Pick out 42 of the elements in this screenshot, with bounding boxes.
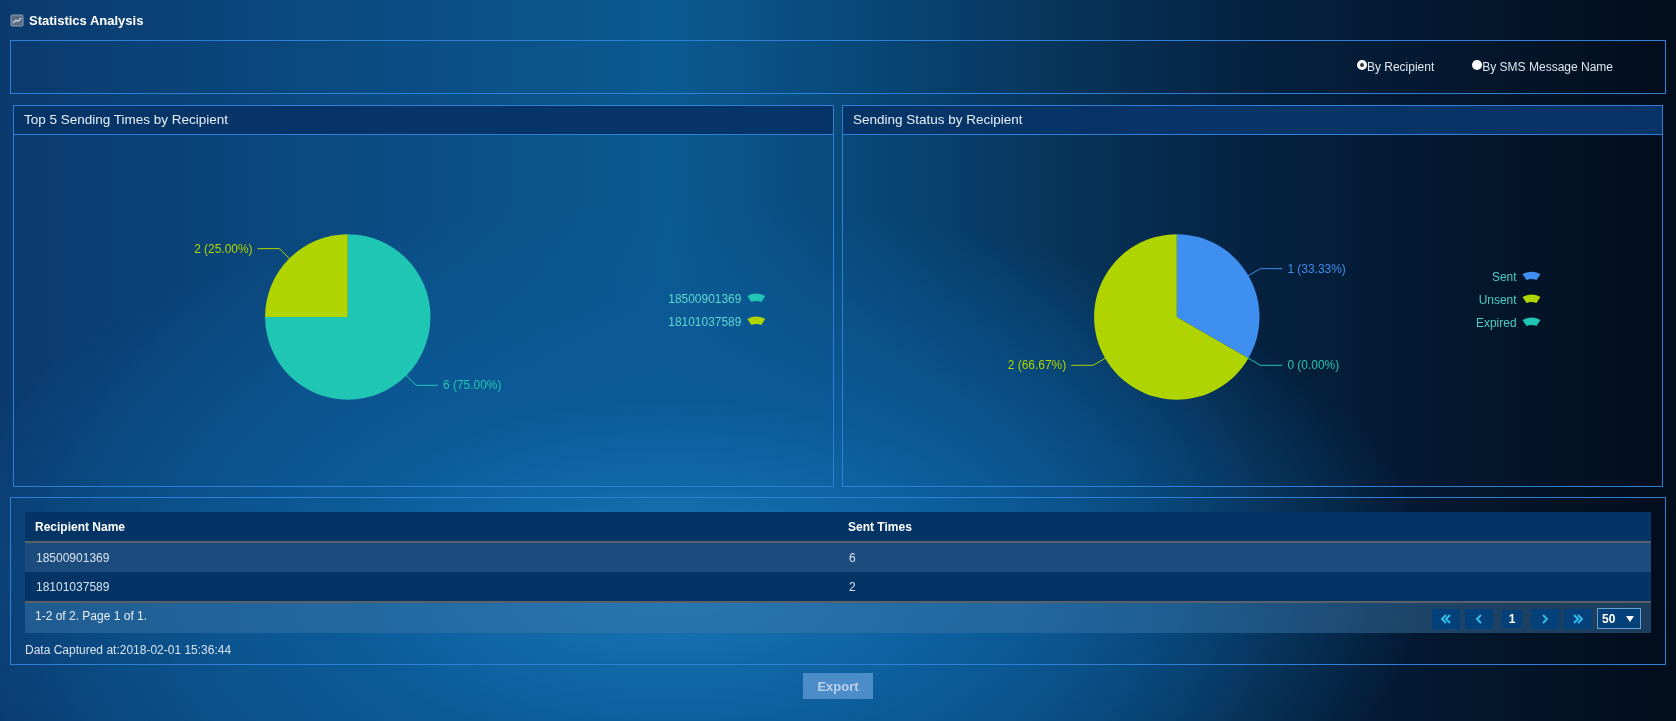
double-chevron-left-icon xyxy=(1440,613,1452,624)
chart-title: Top 5 Sending Times by Recipient xyxy=(14,106,833,135)
radio-option[interactable]: By Recipient xyxy=(1356,60,1435,74)
chevron-right-icon xyxy=(1539,613,1551,624)
leader-line xyxy=(257,248,292,261)
slice-label: 1 (33.33%) xyxy=(1287,261,1346,276)
capture-timestamp: Data Captured at:2018-02-01 15:36:44 xyxy=(25,643,233,657)
double-chevron-right-icon xyxy=(1572,613,1584,624)
legend-label: 18500901369 xyxy=(668,292,742,307)
legend-label: Unsent xyxy=(1478,293,1517,307)
table-cell: 18101037589 xyxy=(25,572,838,601)
legend-label: Expired xyxy=(1476,315,1517,330)
first-page-button[interactable] xyxy=(1432,608,1460,629)
leader-line xyxy=(1070,356,1108,366)
chart-title: Sending Status by Recipient xyxy=(843,106,1662,135)
chart-icon xyxy=(10,13,24,27)
radio-icon[interactable] xyxy=(1472,60,1483,70)
next-page-button[interactable] xyxy=(1531,608,1559,629)
legend-label: 18101037589 xyxy=(668,314,742,329)
page-title: Statistics Analysis xyxy=(29,12,144,28)
current-page-number: 1 xyxy=(1502,609,1522,628)
pagination-summary: 1-2 of 2. Page 1 of 1. xyxy=(35,609,148,623)
slice-label: 6 (75.00%) xyxy=(443,378,502,393)
page-size-select[interactable]: 50 xyxy=(1597,608,1641,629)
slice-label: 2 (25.00%) xyxy=(194,241,253,256)
radio-option[interactable]: By SMS Message Name xyxy=(1472,60,1613,74)
column-header: Recipient Name xyxy=(25,512,838,542)
leader-line xyxy=(1246,356,1283,366)
legend-label: Sent xyxy=(1491,270,1517,285)
slice-label: 0 (0.00%) xyxy=(1287,358,1340,373)
radio-icon[interactable] xyxy=(1356,60,1367,70)
table-cell: 18500901369 xyxy=(25,542,838,572)
leader-line xyxy=(1246,268,1283,278)
table-cell: 2 xyxy=(838,572,1651,601)
last-page-button[interactable] xyxy=(1564,608,1592,629)
table-cell: 6 xyxy=(838,542,1651,572)
dropdown-caret-icon xyxy=(1626,615,1634,622)
previous-page-button[interactable] xyxy=(1465,608,1493,629)
chevron-left-icon xyxy=(1473,613,1485,624)
slice-label: 2 (66.67%) xyxy=(1007,358,1067,373)
leader-line xyxy=(404,373,439,386)
column-header: Sent Times xyxy=(838,512,1651,542)
